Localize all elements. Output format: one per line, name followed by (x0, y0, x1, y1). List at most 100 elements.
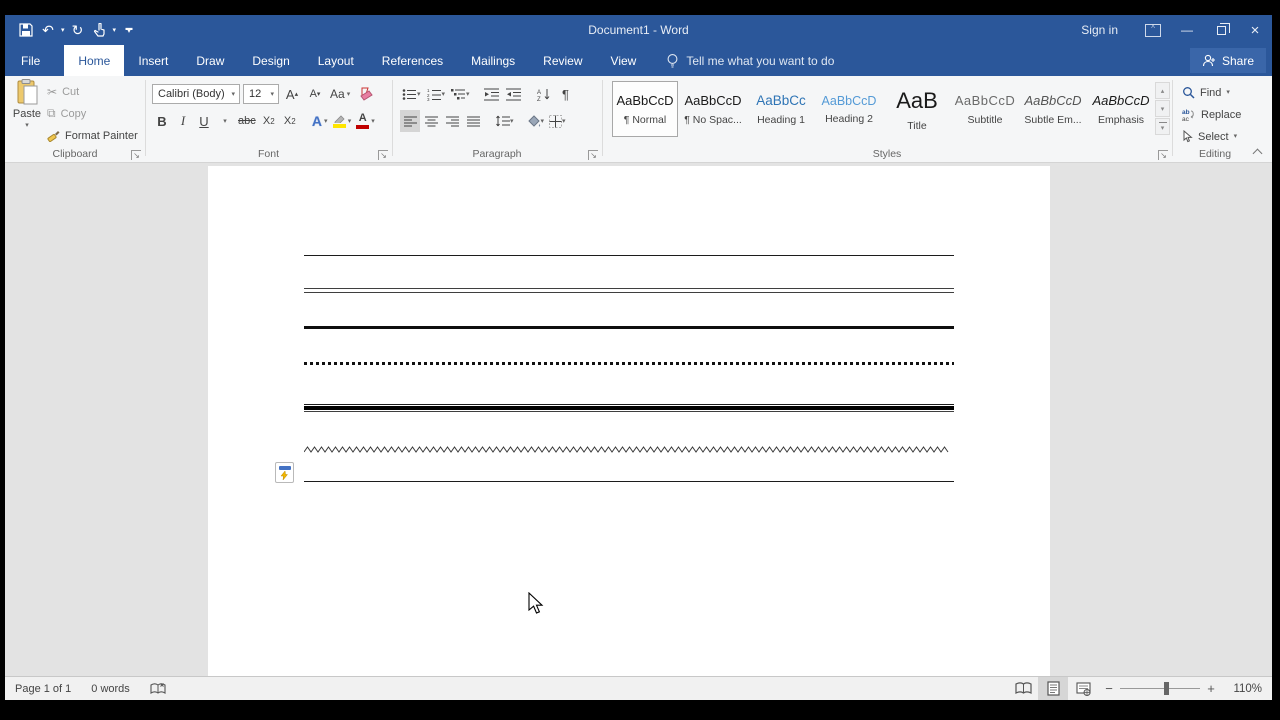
line-spacing-button[interactable]: ▾ (493, 110, 516, 132)
tab-insert[interactable]: Insert (124, 45, 182, 76)
zoom-slider[interactable] (1120, 677, 1200, 700)
borders-button[interactable]: ▾ (547, 110, 568, 132)
tab-draw[interactable]: Draw (182, 45, 238, 76)
shrink-font-button[interactable]: A ▾ (305, 83, 325, 105)
cut-button[interactable]: ✂ Cut (47, 81, 79, 102)
styles-scroll-up-icon[interactable]: ▴ (1155, 82, 1170, 99)
proofing-book-icon[interactable] (140, 682, 176, 696)
redo-icon[interactable]: ↻ (69, 20, 87, 40)
border-line-thin-thick-thin[interactable] (304, 404, 954, 412)
clear-formatting-button[interactable] (355, 83, 375, 105)
justify-button[interactable] (463, 110, 483, 132)
bold-button[interactable]: B (152, 110, 172, 132)
change-case-button[interactable]: Aa ▾ (328, 83, 352, 105)
style-title[interactable]: AaB Title (884, 81, 950, 137)
zoom-out-button[interactable]: − (1098, 681, 1120, 696)
touch-mode-icon[interactable] (91, 20, 109, 40)
text-effects-button[interactable]: A ▾ (310, 110, 330, 132)
replace-button[interactable]: ab ac Replace (1182, 104, 1241, 125)
shading-button[interactable]: ▾ (524, 110, 547, 132)
bullets-button[interactable]: ▾ (400, 83, 423, 105)
tab-view[interactable]: View (597, 45, 651, 76)
save-icon[interactable] (17, 20, 35, 40)
style-subtitle[interactable]: AaBbCcD Subtitle (952, 81, 1018, 137)
paste-dropdown-icon[interactable]: ▾ (25, 122, 29, 129)
customize-qat-icon[interactable]: ▬ ▾ (120, 20, 138, 40)
border-line-double[interactable] (304, 288, 954, 293)
border-line-thick[interactable] (304, 326, 954, 329)
border-line-thin[interactable] (304, 255, 954, 256)
tab-references[interactable]: References (368, 45, 457, 76)
grow-font-button[interactable]: A ▴ (282, 83, 302, 105)
clipboard-dialog-launcher-icon[interactable]: ↘ (131, 150, 141, 160)
tell-me-box[interactable]: Tell me what you want to do (666, 45, 834, 76)
font-name-combobox[interactable]: Calibri (Body) ▾ (152, 84, 240, 104)
multilevel-list-button[interactable]: ▾ (449, 83, 472, 105)
tab-mailings[interactable]: Mailings (457, 45, 529, 76)
align-right-button[interactable] (442, 110, 462, 132)
sort-button[interactable]: AZ (534, 83, 554, 105)
ribbon-display-options-icon[interactable]: ˄ (1136, 15, 1170, 45)
autocorrect-options-button[interactable] (275, 462, 294, 483)
page-number-status[interactable]: Page 1 of 1 (5, 683, 81, 695)
restore-icon[interactable] (1204, 15, 1238, 45)
tab-file[interactable]: File (5, 45, 56, 76)
share-button[interactable]: Share (1189, 48, 1266, 73)
decrease-indent-button[interactable] (482, 83, 502, 105)
document-page[interactable] (208, 166, 1050, 676)
align-center-button[interactable] (421, 110, 441, 132)
italic-button[interactable]: I (173, 110, 193, 132)
superscript-button[interactable]: X2 (280, 110, 300, 132)
border-line-wavy[interactable] (304, 444, 954, 454)
sign-in-button[interactable]: Sign in (1063, 23, 1136, 37)
font-size-combobox[interactable]: 12 ▾ (243, 84, 279, 104)
word-count-status[interactable]: 0 words (81, 683, 140, 695)
align-left-button[interactable] (400, 110, 420, 132)
show-hide-pilcrow-button[interactable]: ¶ (556, 83, 576, 105)
find-button[interactable]: Find ▾ (1182, 82, 1230, 103)
styles-gallery-more-icon[interactable]: ▾ (1155, 118, 1170, 135)
highlight-button[interactable]: ▾ (331, 110, 354, 132)
zoom-slider-thumb[interactable] (1164, 682, 1169, 695)
underline-dropdown-icon[interactable]: ▾ (215, 110, 235, 132)
increase-indent-button[interactable] (504, 83, 524, 105)
style-emphasis[interactable]: AaBbCcD Emphasis (1088, 81, 1154, 137)
copy-button[interactable]: ⧉ Copy (47, 103, 86, 124)
font-dialog-launcher-icon[interactable]: ↘ (378, 150, 388, 160)
style-subtle-emphasis[interactable]: AaBbCcD Subtle Em... (1020, 81, 1086, 137)
tab-layout[interactable]: Layout (304, 45, 368, 76)
zoom-in-button[interactable]: + (1200, 681, 1222, 696)
font-color-button[interactable]: A ▾ (354, 110, 377, 132)
format-painter-button[interactable]: Format Painter (47, 125, 138, 146)
style-normal[interactable]: AaBbCcD ¶ Normal (612, 81, 678, 137)
strikethrough-button[interactable]: abc (236, 110, 258, 132)
styles-scroll-down-icon[interactable]: ▾ (1155, 100, 1170, 117)
numbering-button[interactable]: 123 ▾ (425, 83, 448, 105)
border-line-dotted[interactable] (304, 362, 954, 365)
paragraph-dialog-launcher-icon[interactable]: ↘ (588, 150, 598, 160)
touch-mode-dropdown-icon[interactable]: ▾ (113, 27, 117, 34)
style-heading-2[interactable]: AaBbCcD Heading 2 (816, 81, 882, 137)
subscript-button[interactable]: X2 (259, 110, 279, 132)
close-icon[interactable]: × (1238, 15, 1272, 45)
underline-button[interactable]: U (194, 110, 214, 132)
paste-button[interactable]: Paste ▾ (11, 79, 43, 155)
undo-dropdown-icon[interactable]: ▾ (61, 27, 65, 34)
collapse-ribbon-icon[interactable] (1253, 147, 1262, 156)
tab-home[interactable]: Home (64, 45, 125, 76)
border-line-thin[interactable] (304, 481, 954, 482)
print-layout-icon[interactable] (1038, 677, 1068, 700)
read-mode-icon[interactable] (1008, 677, 1038, 700)
styles-dialog-launcher-icon[interactable]: ↘ (1158, 150, 1168, 160)
find-dropdown-icon[interactable]: ▾ (1226, 89, 1230, 96)
style-no-spacing[interactable]: AaBbCcD ¶ No Spac... (680, 81, 746, 137)
web-layout-icon[interactable] (1068, 677, 1098, 700)
tab-design[interactable]: Design (238, 45, 303, 76)
zoom-level[interactable]: 110% (1222, 683, 1268, 695)
undo-icon[interactable]: ↶ (39, 20, 57, 40)
select-dropdown-icon[interactable]: ▾ (1234, 133, 1238, 140)
select-button[interactable]: Select ▾ (1182, 126, 1237, 147)
tab-review[interactable]: Review (529, 45, 596, 76)
minimize-icon[interactable]: — (1170, 15, 1204, 45)
style-heading-1[interactable]: AaBbCc Heading 1 (748, 81, 814, 137)
